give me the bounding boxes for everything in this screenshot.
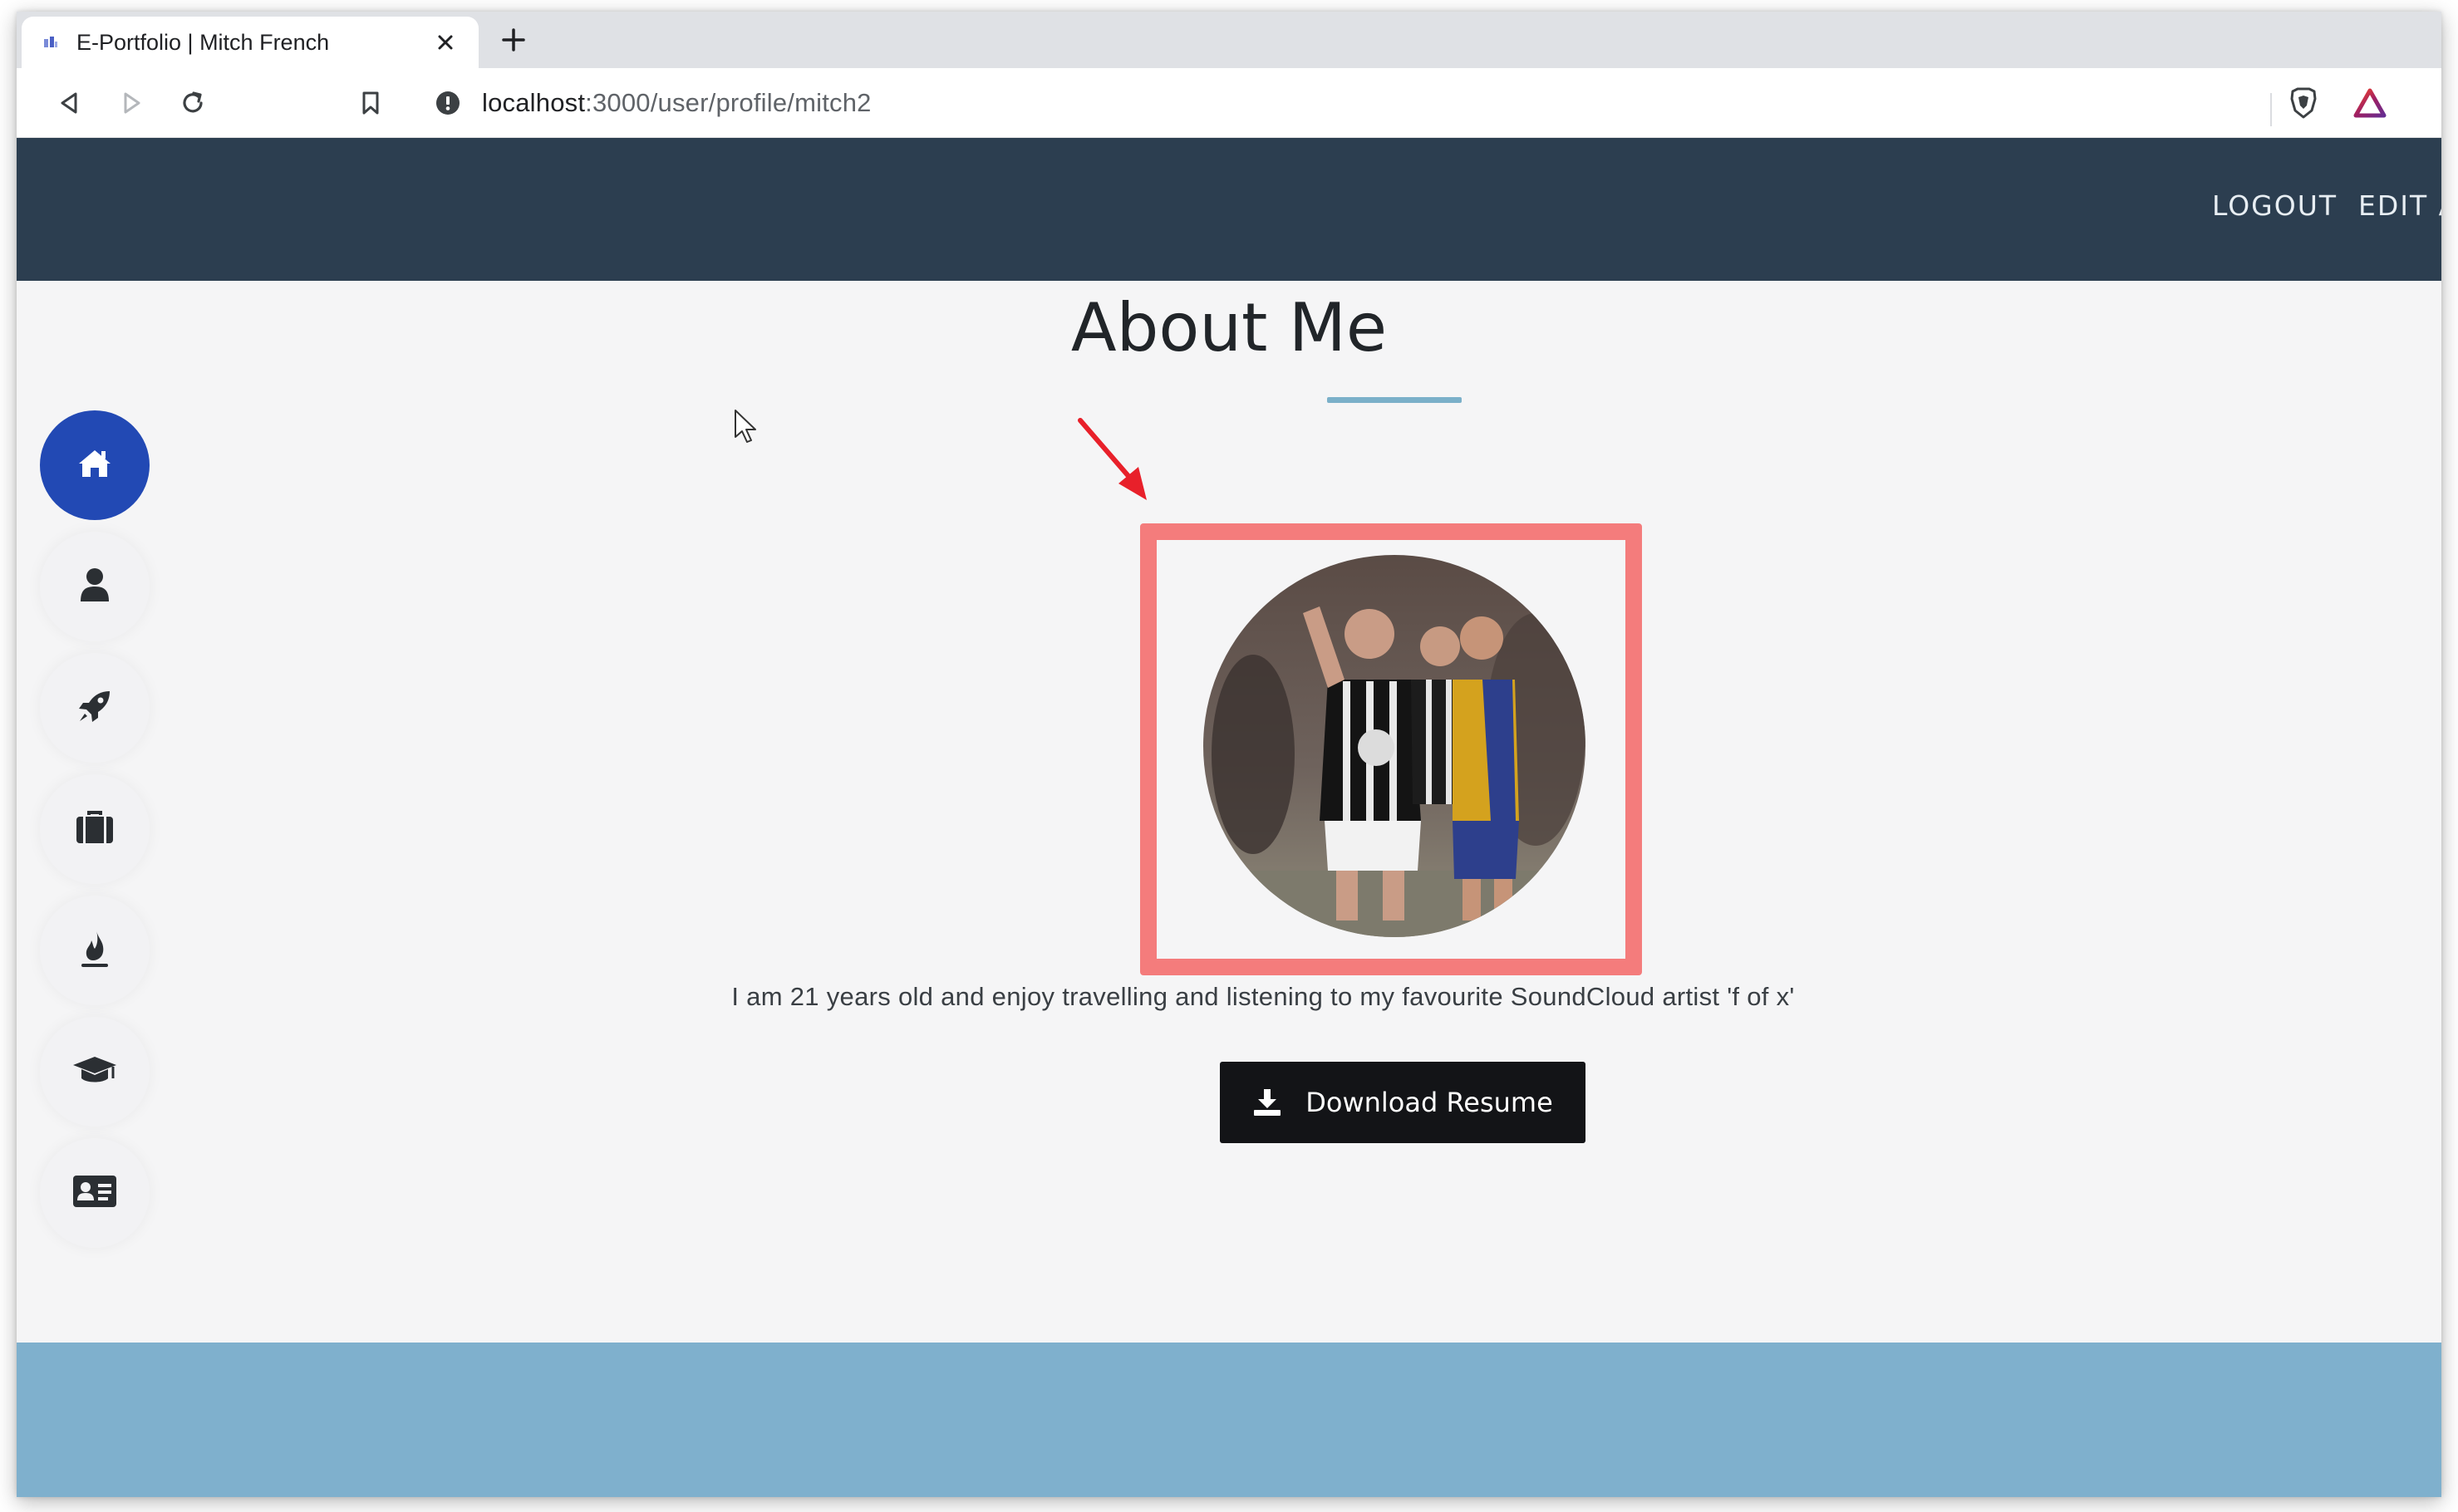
reload-icon[interactable]	[175, 85, 211, 121]
download-icon	[1252, 1087, 1282, 1117]
browser-window: E-Portfolio | Mitch French localhost:300…	[17, 12, 2441, 1497]
fire-icon	[78, 929, 111, 973]
bookmark-icon[interactable]	[352, 85, 389, 121]
url-text: localhost:3000/user/profile/mitch2	[482, 88, 872, 118]
brave-rewards-icon[interactable]	[2352, 85, 2388, 121]
user-icon	[79, 567, 111, 607]
nav-experience[interactable]	[40, 774, 150, 884]
nav-home[interactable]	[40, 410, 150, 520]
home-icon	[77, 448, 112, 484]
back-icon[interactable]	[52, 85, 88, 121]
browser-tab[interactable]: E-Portfolio | Mitch French	[22, 17, 479, 68]
download-resume-label: Download Resume	[1305, 1087, 1553, 1118]
favicon-icon	[42, 33, 60, 52]
forward-icon[interactable]	[113, 85, 150, 121]
mouse-cursor-icon	[735, 410, 756, 443]
bio-text: I am 21 years old and enjoy travelling a…	[731, 982, 1795, 1011]
tab-strip: E-Portfolio | Mitch French	[17, 12, 2441, 68]
nav-contact[interactable]	[40, 1138, 150, 1248]
briefcase-icon	[75, 810, 115, 849]
title-underline	[1327, 397, 1462, 403]
rocket-icon	[76, 688, 113, 729]
edit-link[interactable]: EDIT A	[2358, 189, 2441, 222]
graduation-cap-icon	[71, 1053, 118, 1091]
profile-photo	[1203, 555, 1585, 937]
nav-projects[interactable]	[40, 653, 150, 763]
close-tab-icon[interactable]	[432, 29, 459, 56]
nav-about[interactable]	[40, 532, 150, 641]
address-bar[interactable]: localhost:3000/user/profile/mitch2	[414, 78, 2292, 128]
page-title: About Me	[1070, 289, 1388, 366]
tab-title: E-Portfolio | Mitch French	[76, 29, 330, 55]
browser-toolbar: localhost:3000/user/profile/mitch2	[17, 68, 2441, 138]
brave-shield-icon[interactable]	[2285, 85, 2322, 121]
new-tab-icon[interactable]	[497, 23, 530, 56]
annotation-arrow	[1078, 418, 1147, 500]
toolbar-divider	[2270, 93, 2272, 126]
site-footer	[17, 1343, 2441, 1497]
site-header: LOGOUT EDIT A	[17, 138, 2441, 281]
site-info-icon[interactable]	[435, 91, 460, 115]
url-path: :3000/user/profile/mitch2	[585, 88, 872, 117]
logout-link[interactable]: LOGOUT	[2212, 189, 2338, 222]
about-section: About Me I am 21 years old and enjoy tra…	[17, 281, 2441, 1343]
nav-education[interactable]	[40, 1017, 150, 1127]
id-card-icon	[72, 1175, 117, 1212]
download-resume-button[interactable]: Download Resume	[1220, 1062, 1585, 1143]
url-host: localhost	[482, 88, 586, 117]
